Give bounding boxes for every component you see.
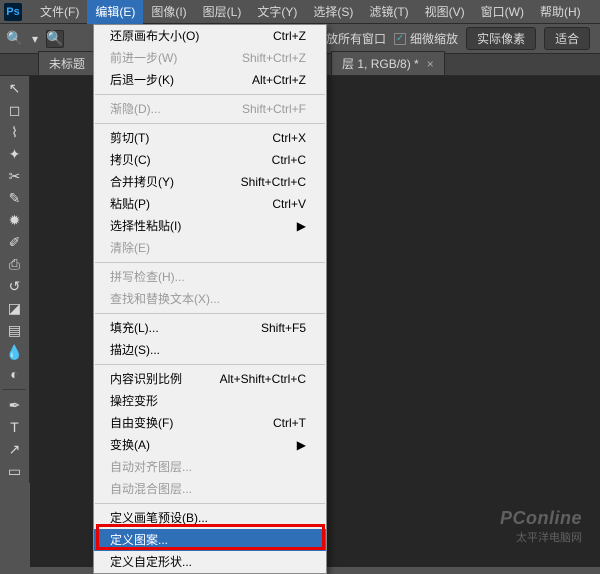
menu-help[interactable]: 帮助(H): [532, 0, 589, 24]
menu-item: 拼写检查(H)...: [94, 266, 326, 288]
move-tool-icon[interactable]: ↖: [3, 78, 27, 98]
menu-item[interactable]: 选择性粘贴(I)▶: [94, 215, 326, 237]
menu-edit[interactable]: 编辑(E): [87, 0, 143, 24]
document-tab[interactable]: 层 1, RGB/8) *×: [331, 51, 445, 75]
menu-item[interactable]: 定义自定形状...: [94, 551, 326, 573]
document-tab[interactable]: 未标题: [38, 51, 96, 75]
submenu-arrow-icon: ▶: [289, 437, 306, 453]
gradient-tool-icon[interactable]: ▤: [3, 320, 27, 340]
menu-item[interactable]: 描边(S)...: [94, 339, 326, 361]
crop-tool-icon[interactable]: ✂: [3, 166, 27, 186]
menu-item: 渐隐(D)...Shift+Ctrl+F: [94, 98, 326, 120]
scrubby-zoom-checkbox[interactable]: ✓细微缩放: [394, 30, 458, 47]
eyedropper-tool-icon[interactable]: ✎: [3, 188, 27, 208]
dodge-tool-icon[interactable]: ◐: [3, 364, 27, 384]
menu-item: 自动混合图层...: [94, 478, 326, 500]
watermark: PConline 太平洋电脑网: [500, 508, 582, 545]
healing-tool-icon[interactable]: ✹: [3, 210, 27, 230]
menu-item: 清除(E): [94, 237, 326, 259]
menu-layer[interactable]: 图层(L): [195, 0, 250, 24]
menu-item[interactable]: 还原画布大小(O)Ctrl+Z: [94, 25, 326, 47]
menu-item[interactable]: 剪切(T)Ctrl+X: [94, 127, 326, 149]
menu-item[interactable]: 定义图案...: [94, 529, 326, 551]
edit-menu-dropdown: 还原画布大小(O)Ctrl+Z前进一步(W)Shift+Ctrl+Z后退一步(K…: [93, 24, 327, 574]
menu-item[interactable]: 后退一步(K)Alt+Ctrl+Z: [94, 69, 326, 91]
menu-item[interactable]: 粘贴(P)Ctrl+V: [94, 193, 326, 215]
menu-view[interactable]: 视图(V): [417, 0, 473, 24]
marquee-tool-icon[interactable]: ◻: [3, 100, 27, 120]
menu-item[interactable]: 合并拷贝(Y)Shift+Ctrl+C: [94, 171, 326, 193]
zoom-tool-icon[interactable]: 🔍: [6, 30, 24, 48]
menu-item[interactable]: 自由变换(F)Ctrl+T: [94, 412, 326, 434]
lasso-tool-icon[interactable]: ⌇: [3, 122, 27, 142]
menu-item[interactable]: 变换(A)▶: [94, 434, 326, 456]
actual-pixels-button[interactable]: 实际像素: [466, 27, 536, 50]
menu-item[interactable]: 操控变形: [94, 390, 326, 412]
menu-item[interactable]: 拷贝(C)Ctrl+C: [94, 149, 326, 171]
menu-item[interactable]: 定义画笔预设(B)...: [94, 507, 326, 529]
history-brush-tool-icon[interactable]: ↺: [3, 276, 27, 296]
path-select-tool-icon[interactable]: ↗: [3, 439, 27, 459]
tool-palette: ↖ ◻ ⌇ ✦ ✂ ✎ ✹ ✐ ⎙ ↺ ◪ ▤ 💧 ◐ ✒ T ↗ ▭: [0, 76, 30, 483]
close-icon[interactable]: ×: [427, 57, 434, 71]
dropdown-caret-icon[interactable]: ▾: [32, 32, 38, 46]
fit-screen-button[interactable]: 适合: [544, 27, 590, 50]
brush-tool-icon[interactable]: ✐: [3, 232, 27, 252]
blur-tool-icon[interactable]: 💧: [3, 342, 27, 362]
menu-window[interactable]: 窗口(W): [473, 0, 532, 24]
menu-select[interactable]: 选择(S): [305, 0, 361, 24]
type-tool-icon[interactable]: T: [3, 417, 27, 437]
menubar: Ps 文件(F) 编辑(E) 图像(I) 图层(L) 文字(Y) 选择(S) 滤…: [0, 0, 600, 24]
menu-item[interactable]: 填充(L)...Shift+F5: [94, 317, 326, 339]
quick-select-tool-icon[interactable]: ✦: [3, 144, 27, 164]
menu-file[interactable]: 文件(F): [32, 0, 87, 24]
menu-filter[interactable]: 滤镜(T): [361, 0, 416, 24]
pen-tool-icon[interactable]: ✒: [3, 395, 27, 415]
menu-type[interactable]: 文字(Y): [249, 0, 305, 24]
shape-tool-icon[interactable]: ▭: [3, 461, 27, 481]
menu-item[interactable]: 内容识别比例Alt+Shift+Ctrl+C: [94, 368, 326, 390]
submenu-arrow-icon: ▶: [289, 218, 306, 234]
menu-item: 自动对齐图层...: [94, 456, 326, 478]
menu-image[interactable]: 图像(I): [143, 0, 194, 24]
menu-item: 前进一步(W)Shift+Ctrl+Z: [94, 47, 326, 69]
stamp-tool-icon[interactable]: ⎙: [3, 254, 27, 274]
app-logo: Ps: [4, 3, 22, 21]
zoom-toggle-icon[interactable]: 🔍: [46, 30, 64, 48]
menu-item: 查找和替换文本(X)...: [94, 288, 326, 310]
eraser-tool-icon[interactable]: ◪: [3, 298, 27, 318]
